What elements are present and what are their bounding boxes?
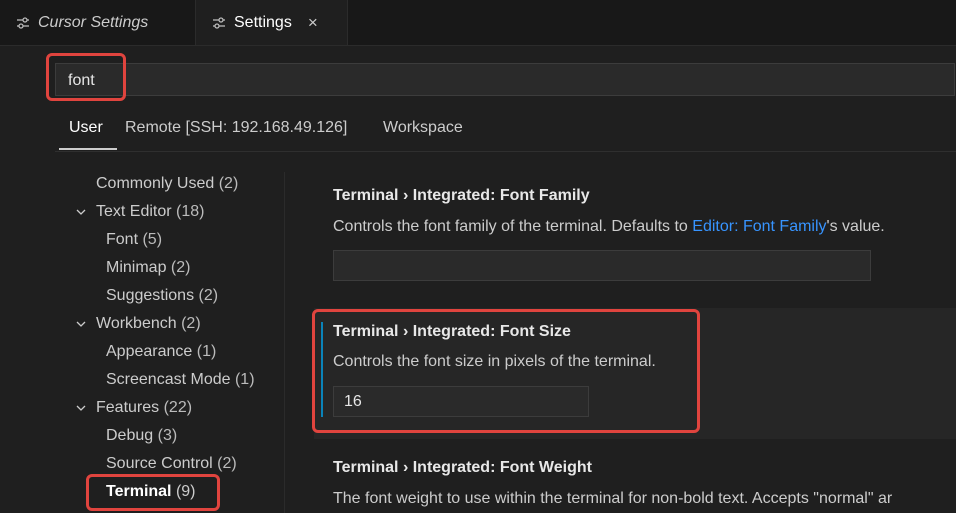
toc-item-commonly-used[interactable]: Commonly Used (2): [96, 172, 238, 196]
scope-tab-remote[interactable]: Remote [SSH: 192.168.49.126]: [125, 119, 347, 137]
toc-divider: [284, 172, 285, 513]
toc-count: (2): [181, 315, 201, 332]
desc-text: Controls the font family of the terminal…: [333, 218, 693, 235]
settings-editor: Cursor Settings Settings × User Remote […: [0, 0, 956, 513]
toc-item-font[interactable]: Font (5): [106, 228, 162, 252]
chevron-down-icon[interactable]: [76, 403, 86, 413]
toc-label: Workbench: [96, 315, 177, 332]
toc-item-features[interactable]: Features (22): [96, 396, 192, 420]
setting-desc-font-weight: The font weight to use within the termin…: [333, 490, 893, 507]
scope-tab-user[interactable]: User: [69, 119, 103, 137]
toc-count: (2): [198, 287, 219, 304]
annotation-box-font-size: [312, 309, 700, 433]
settings-toc: Commonly Used (2) Text Editor (18) Font …: [60, 172, 284, 513]
toc-item-screencast-mode[interactable]: Screencast Mode (1): [106, 368, 255, 392]
toc-count: (3): [157, 427, 178, 444]
chevron-down-icon[interactable]: [76, 207, 86, 217]
desc-text: 's value.: [826, 218, 885, 235]
toc-label: Source Control: [106, 455, 213, 472]
toc-item-appearance[interactable]: Appearance (1): [106, 340, 216, 364]
scope-tab-workspace[interactable]: Workspace: [383, 119, 463, 137]
toc-label: Suggestions: [106, 287, 195, 304]
active-scope-indicator: [59, 148, 117, 150]
toc-count: (2): [170, 259, 191, 276]
toc-count: (2): [218, 175, 239, 192]
toc-item-workbench[interactable]: Workbench (2): [96, 312, 201, 336]
settings-sliders-icon: [17, 16, 29, 29]
font-family-input[interactable]: [333, 250, 871, 281]
toc-label: Commonly Used: [96, 175, 215, 192]
tab-label: Cursor Settings: [38, 13, 149, 31]
tab-bar: Cursor Settings Settings ×: [0, 0, 956, 46]
annotation-box-terminal: [86, 474, 220, 511]
settings-scope-tabs: User Remote [SSH: 192.168.49.126] Worksp…: [55, 117, 956, 152]
editor-font-family-link[interactable]: Editor: Font Family: [692, 218, 826, 235]
toc-label: Features: [96, 399, 160, 416]
toc-label: Font: [106, 231, 139, 248]
toc-item-source-control[interactable]: Source Control (2): [106, 452, 237, 476]
setting-desc-font-family: Controls the font family of the terminal…: [333, 218, 885, 236]
toc-label: Debug: [106, 427, 154, 444]
toc-count: (2): [217, 455, 237, 472]
tab-label: Settings: [234, 13, 292, 31]
toc-count: (18): [176, 203, 205, 220]
annotation-box-search: [46, 53, 126, 101]
close-icon[interactable]: ×: [308, 13, 318, 33]
toc-count: (5): [142, 231, 163, 248]
toc-count: (1): [196, 343, 217, 360]
chevron-down-icon[interactable]: [76, 319, 86, 329]
setting-title-font-family: Terminal › Integrated: Font Family: [333, 187, 590, 204]
toc-label: Minimap: [106, 259, 167, 276]
setting-title-font-weight: Terminal › Integrated: Font Weight: [333, 459, 592, 476]
tab-settings[interactable]: Settings ×: [196, 0, 348, 45]
toc-item-debug[interactable]: Debug (3): [106, 424, 177, 448]
settings-sliders-icon: [213, 16, 225, 29]
toc-label: Screencast Mode: [106, 371, 231, 388]
tab-cursor-settings[interactable]: Cursor Settings: [0, 0, 196, 45]
toc-label: Appearance: [106, 343, 193, 360]
toc-item-text-editor[interactable]: Text Editor (18): [96, 200, 205, 224]
search-input[interactable]: [66, 68, 930, 94]
toc-item-suggestions[interactable]: Suggestions (2): [106, 284, 218, 308]
toc-label: Text Editor: [96, 203, 172, 220]
toc-item-minimap[interactable]: Minimap (2): [106, 256, 190, 280]
settings-search-box: [55, 63, 955, 96]
toc-count: (1): [234, 371, 255, 388]
toc-count: (22): [163, 399, 193, 416]
